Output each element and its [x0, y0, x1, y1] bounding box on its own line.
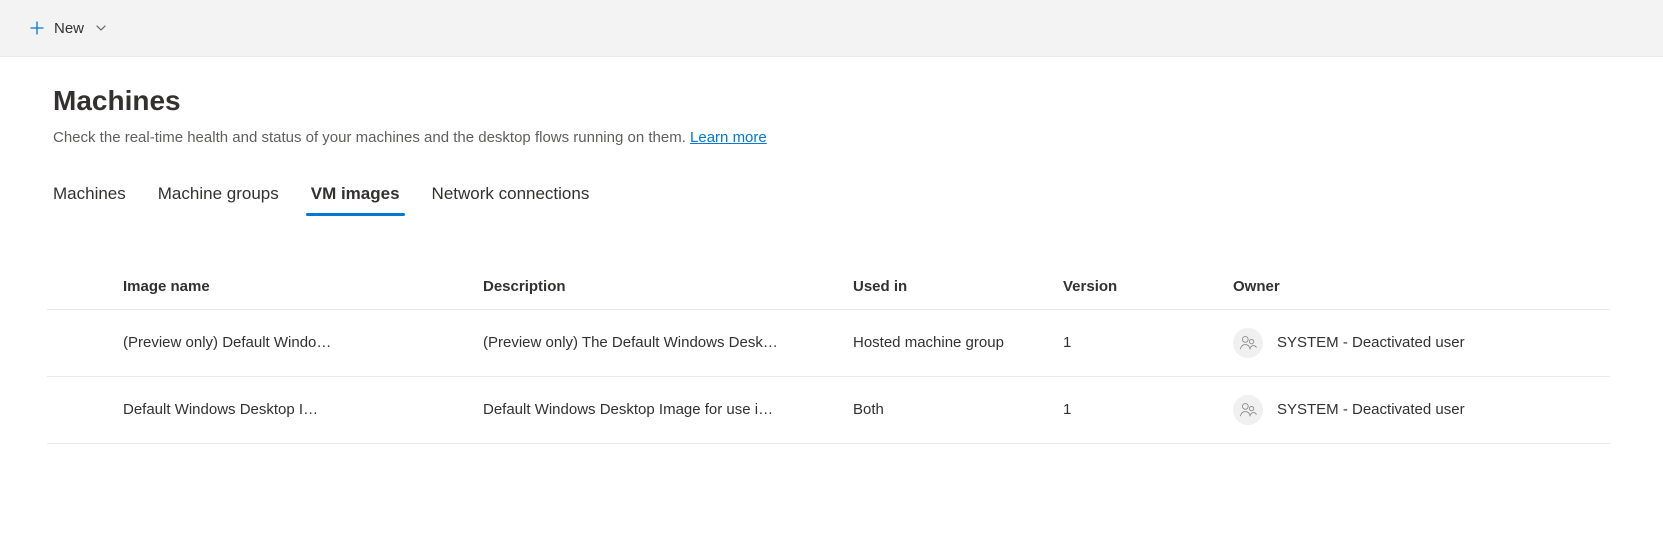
- table-header-name[interactable]: Image name: [107, 266, 467, 310]
- row-used-in: Hosted machine group: [853, 334, 1004, 351]
- row-select-cell[interactable]: [47, 309, 107, 376]
- row-version: 1: [1063, 334, 1071, 351]
- plus-icon: [28, 19, 46, 37]
- tab-machines[interactable]: Machines: [53, 178, 126, 216]
- new-button[interactable]: New: [18, 13, 118, 43]
- table-header-owner[interactable]: Owner: [1217, 266, 1610, 310]
- tab-vm-images[interactable]: VM images: [311, 178, 400, 216]
- table-header-used-in[interactable]: Used in: [837, 266, 1047, 310]
- table-row[interactable]: (Preview only) Default Windo… (Preview o…: [47, 309, 1610, 376]
- row-used-in: Both: [853, 401, 884, 418]
- table: Image name Description Used in Version O…: [47, 266, 1610, 444]
- row-owner: SYSTEM - Deactivated user: [1277, 401, 1465, 418]
- page-description: Check the real-time health and status of…: [53, 127, 1610, 150]
- new-button-label: New: [54, 20, 84, 37]
- chevron-down-icon: [94, 21, 108, 35]
- table-header-version[interactable]: Version: [1047, 266, 1217, 310]
- row-owner-cell: SYSTEM - Deactivated user: [1233, 395, 1594, 425]
- content-area: Machines Check the real-time health and …: [0, 57, 1663, 444]
- row-owner-cell: SYSTEM - Deactivated user: [1233, 328, 1594, 358]
- row-description: Default Windows Desktop Image for use i…: [483, 401, 821, 418]
- tab-network-connections[interactable]: Network connections: [432, 178, 590, 216]
- page-description-text: Check the real-time health and status of…: [53, 129, 690, 146]
- table-header-select: [47, 266, 107, 310]
- row-name[interactable]: (Preview only) Default Windo…: [123, 334, 403, 351]
- tab-machine-groups[interactable]: Machine groups: [158, 178, 279, 216]
- row-owner: SYSTEM - Deactivated user: [1277, 334, 1465, 351]
- avatar-icon: [1233, 395, 1263, 425]
- row-description: (Preview only) The Default Windows Desk…: [483, 334, 821, 351]
- row-version: 1: [1063, 401, 1071, 418]
- page-title: Machines: [53, 85, 1610, 117]
- row-name[interactable]: Default Windows Desktop I…: [123, 401, 403, 418]
- table-header-description[interactable]: Description: [467, 266, 837, 310]
- row-select-cell[interactable]: [47, 376, 107, 443]
- tabs: Machines Machine groups VM images Networ…: [53, 178, 1610, 216]
- avatar-icon: [1233, 328, 1263, 358]
- command-bar: New: [0, 0, 1663, 57]
- table-row[interactable]: Default Windows Desktop I… Default Windo…: [47, 376, 1610, 443]
- table-header-row: Image name Description Used in Version O…: [47, 266, 1610, 310]
- learn-more-link[interactable]: Learn more: [690, 129, 767, 146]
